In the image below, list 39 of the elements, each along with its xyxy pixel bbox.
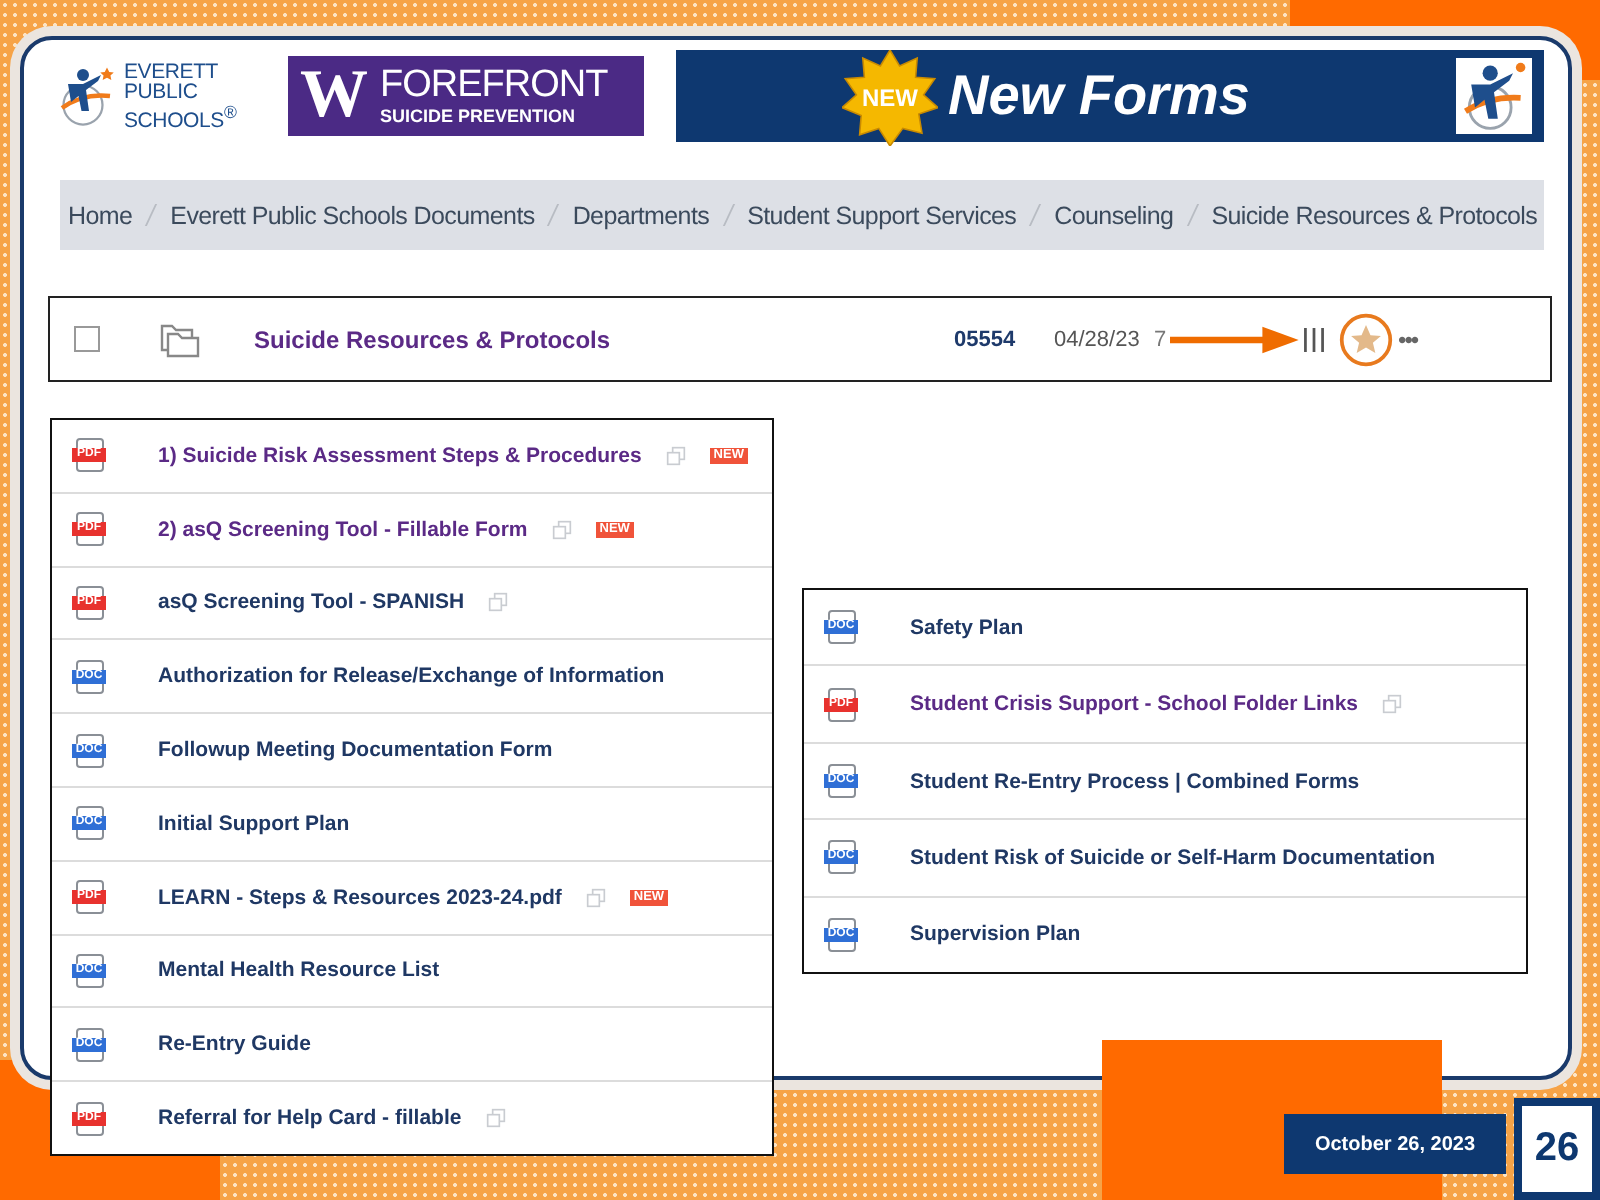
slide-date: October 26, 2023 (1284, 1114, 1506, 1174)
file-link[interactable]: Referral for Help Card - fillable (158, 1106, 462, 1131)
logo-tagline: SUICIDE PREVENTION (380, 106, 578, 126)
breadcrumb-link[interactable]: Departments (572, 201, 710, 229)
folders-icon (160, 321, 200, 357)
file-link[interactable]: Student Re-Entry Process | Combined Forms (910, 769, 1360, 794)
more-button[interactable]: ••• (1398, 325, 1418, 353)
file-link[interactable]: Student Crisis Support - School Folder Links (910, 692, 1359, 717)
breadcrumb-link[interactable]: Home (68, 201, 133, 229)
banner-title: New Forms (948, 64, 1250, 128)
arrow-icon (1170, 321, 1302, 357)
breadcrumb-link[interactable]: Suicide Resources & Protocols (1211, 201, 1538, 229)
breadcrumb-link[interactable]: Everett Public Schools Documents (170, 201, 535, 229)
file-link[interactable]: 2) asQ Screening Tool - Fillable Form (158, 517, 528, 542)
breadcrumb-link[interactable]: Student Support Services (747, 201, 1017, 229)
file-link[interactable]: LEARN - Steps & Resources 2023-24.pdf (158, 885, 562, 910)
file-link[interactable]: asQ Screening Tool - SPANISH (158, 590, 465, 615)
folder-link[interactable]: Suicide Resources & Protocols (254, 325, 954, 353)
file-link[interactable]: Mental Health Resource List (158, 958, 440, 983)
file-link[interactable]: Supervision Plan (910, 922, 1081, 947)
file-link[interactable]: 1) Suicide Risk Assessment Steps & Procedures (158, 443, 642, 468)
file-link[interactable]: Student Risk of Suicide or Self-Harm Documentation (910, 845, 1436, 870)
file-link[interactable]: Followup Meeting Documentation Form (158, 738, 553, 763)
logo-mark: W (300, 62, 368, 130)
logo-text: EVERETT PUBLIC SCHOOLS$^{®}$ (124, 61, 239, 131)
file-link[interactable]: Safety Plan (910, 615, 1024, 640)
breadcrumb-link[interactable]: Counseling (1054, 201, 1174, 229)
new-badge: NEW (842, 50, 938, 146)
folder-number: 05554 (954, 327, 1018, 351)
file-link[interactable]: Re-Entry Guide (158, 1032, 311, 1057)
person-globe-icon (1456, 58, 1532, 134)
logo-name: FOREFRONT (380, 66, 608, 106)
columns-icon[interactable] (1302, 323, 1326, 355)
item-count: 7 (1154, 327, 1169, 351)
checkbox[interactable] (74, 326, 100, 352)
file-link[interactable]: Authorization for Release/Exchange of Information (158, 664, 665, 689)
folder-date: 04/28/23 (1054, 327, 1142, 351)
file-link[interactable]: Initial Support Plan (158, 811, 350, 836)
page-number: 26 (1514, 1098, 1600, 1200)
